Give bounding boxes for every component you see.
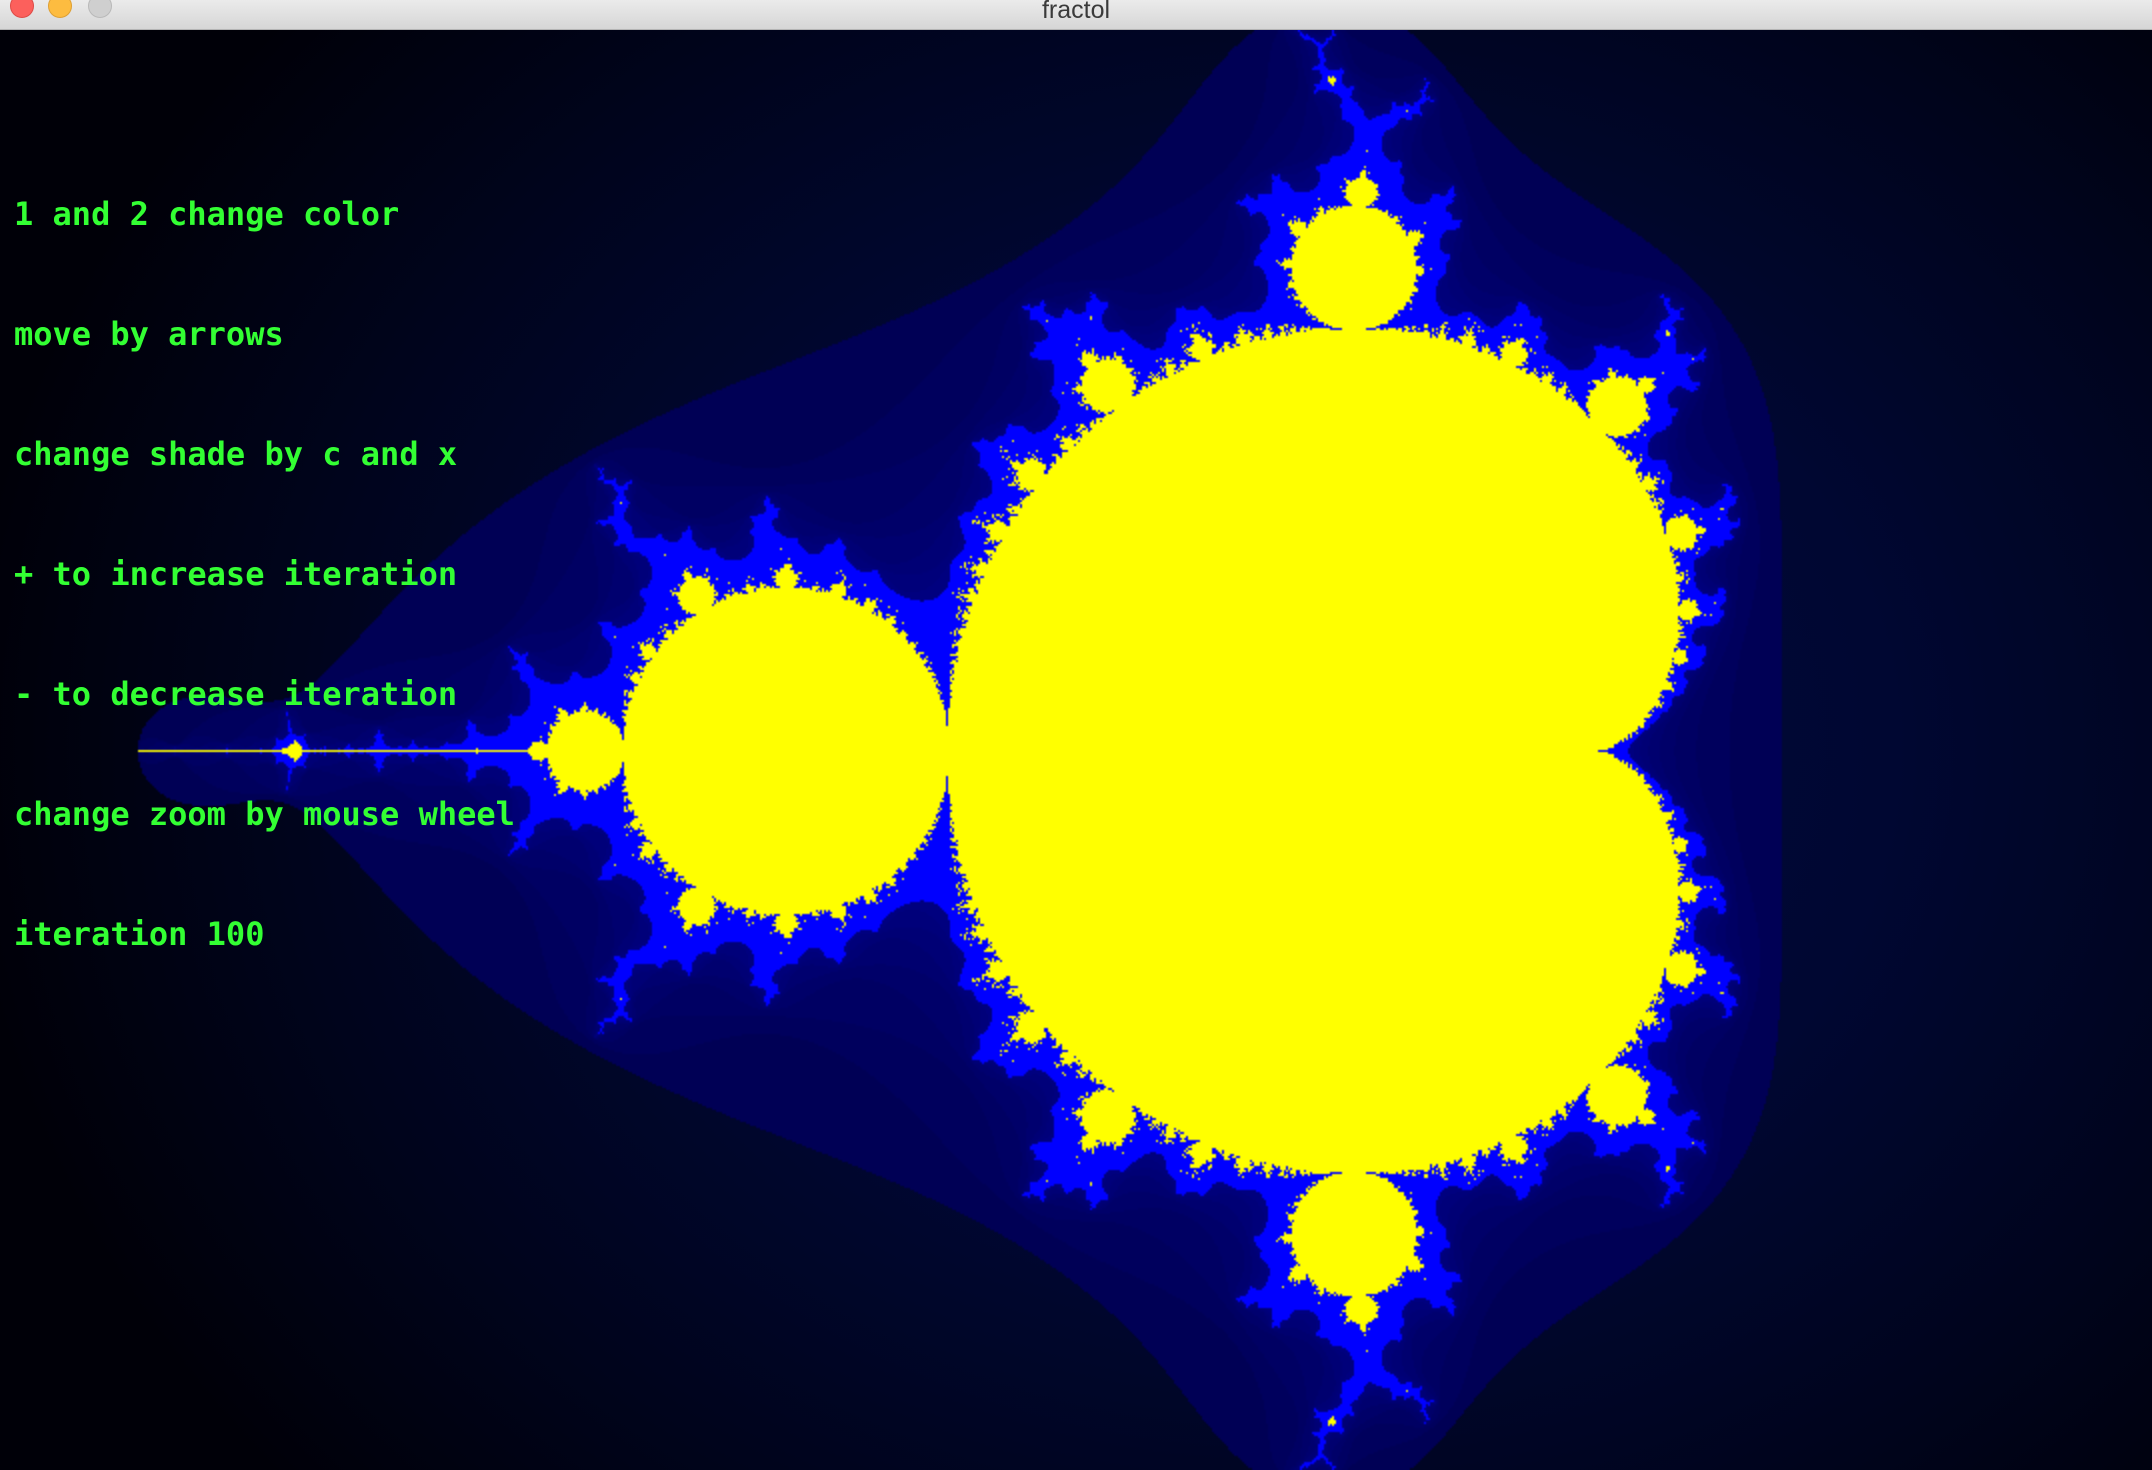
help-line-move: move by arrows	[14, 315, 284, 353]
help-line-color: 1 and 2 change color	[14, 195, 400, 233]
app-window: fractol 1 and 2 change color move by arr…	[0, 0, 2152, 1470]
window-title: fractol	[1041, 0, 1111, 24]
help-line-zoom: change zoom by mouse wheel	[14, 795, 515, 833]
help-overlay: 1 and 2 change color move by arrows chan…	[14, 114, 515, 1034]
help-line-shade: change shade by c and x	[14, 435, 458, 473]
iteration-label: iteration	[14, 915, 188, 953]
iteration-value: 100	[206, 915, 265, 953]
title-bar[interactable]: fractol	[0, 0, 2152, 30]
help-line-decrease: - to decrease iteration	[14, 675, 458, 713]
iteration-readout: iteration 100	[14, 914, 515, 954]
help-line-increase: + to increase iteration	[14, 555, 458, 593]
fractal-viewport[interactable]: 1 and 2 change color move by arrows chan…	[0, 30, 2152, 1470]
